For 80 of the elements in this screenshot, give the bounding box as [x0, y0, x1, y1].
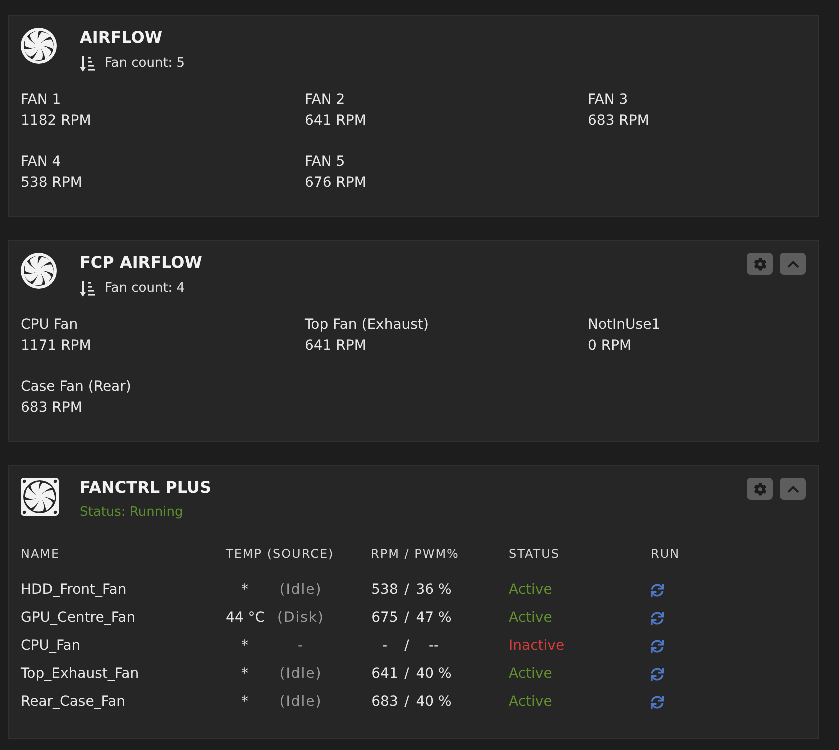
separator: / [404, 610, 410, 626]
status-text: Active [509, 666, 552, 682]
fan-name: Case Fan (Rear) [21, 378, 132, 397]
temp-source: - [296, 638, 306, 654]
fan-name: CPU Fan [21, 316, 78, 335]
temperature: * [240, 666, 250, 682]
fan-speed: 641 RPM [305, 337, 366, 356]
rpm-value: 538 [371, 582, 399, 598]
gear-icon [754, 482, 766, 496]
fan-name: FAN 4 [21, 153, 62, 172]
fan-icon [21, 478, 59, 516]
fan-name: FAN 5 [305, 153, 346, 172]
temperature: * [240, 694, 250, 710]
panel-title: FANCTRL PLUS [80, 478, 212, 498]
temperature: 44 °C [226, 610, 264, 626]
column-header: RPM / PWM% [371, 546, 460, 563]
temp-source: (Disk) [276, 610, 326, 626]
fan-speed: 1182 RPM [21, 112, 92, 131]
fan-name: FAN 1 [21, 91, 62, 110]
pwm-value: -- [428, 638, 440, 654]
rpm-value: 675 [371, 610, 399, 626]
fan-speed: 1171 RPM [21, 337, 92, 356]
collapse-button[interactable] [780, 478, 806, 500]
fan-name: GPU_Centre_Fan [21, 610, 136, 626]
pwm-value: 36 % [415, 582, 453, 598]
fan-name: CPU_Fan [21, 638, 81, 654]
fan-speed: 0 RPM [588, 337, 632, 356]
temp-source: (Idle) [278, 694, 324, 710]
status-text: Active [509, 610, 552, 626]
fan-name: FAN 2 [305, 91, 346, 110]
refresh-icon[interactable] [651, 612, 664, 624]
pwm-value: 40 % [415, 694, 453, 710]
status-text: Active [509, 582, 552, 598]
fan-count: Fan count: 5 [105, 57, 186, 71]
rpm-value: 641 [371, 666, 399, 682]
status-text: Status: Running [80, 506, 184, 520]
pwm-value: 47 % [415, 610, 453, 626]
panel-title: AIRFLOW [80, 28, 164, 48]
fan-name: Top_Exhaust_Fan [21, 666, 140, 682]
fan-speed: 676 RPM [305, 174, 366, 193]
gear-icon [754, 258, 766, 270]
status-text: Inactive [509, 638, 565, 654]
fan-speed: 683 RPM [588, 112, 650, 131]
settings-button[interactable] [747, 478, 773, 500]
status-text: Active [509, 694, 552, 710]
refresh-icon[interactable] [651, 696, 664, 708]
temperature: * [240, 582, 250, 598]
collapse-button[interactable] [780, 253, 806, 275]
sort-icon [80, 56, 95, 72]
fan-name: FAN 3 [588, 91, 628, 110]
separator: / [404, 694, 410, 710]
separator: / [404, 666, 410, 682]
column-header: NAME [21, 546, 60, 563]
rpm-value: - [381, 638, 389, 654]
fan-icon [21, 253, 57, 289]
fan-speed: 538 RPM [21, 174, 82, 193]
fan-speed: 683 RPM [21, 399, 82, 418]
fan-speed: 641 RPM [305, 112, 366, 131]
settings-button[interactable] [747, 253, 773, 275]
rpm-value: 683 [371, 694, 399, 710]
fan-icon [21, 28, 57, 64]
refresh-icon[interactable] [651, 640, 664, 652]
fan-name: NotInUse1 [588, 316, 661, 335]
column-header: TEMP (SOURCE) [226, 546, 334, 563]
sort-icon [80, 281, 95, 297]
panel-title: FCP AIRFLOW [80, 253, 202, 273]
fan-name: HDD_Front_Fan [21, 582, 127, 598]
fan-name: Top Fan (Exhaust) [305, 316, 429, 335]
refresh-icon[interactable] [651, 584, 664, 596]
temp-source: (Idle) [278, 582, 324, 598]
refresh-icon[interactable] [651, 668, 664, 680]
temp-source: (Idle) [278, 666, 324, 682]
separator: / [404, 638, 410, 654]
separator: / [404, 582, 410, 598]
fan-name: Rear_Case_Fan [21, 694, 126, 710]
column-header: STATUS [509, 546, 560, 563]
column-header: RUN [651, 546, 680, 563]
temperature: * [240, 638, 250, 654]
pwm-value: 40 % [415, 666, 453, 682]
fan-count: Fan count: 4 [105, 282, 186, 296]
